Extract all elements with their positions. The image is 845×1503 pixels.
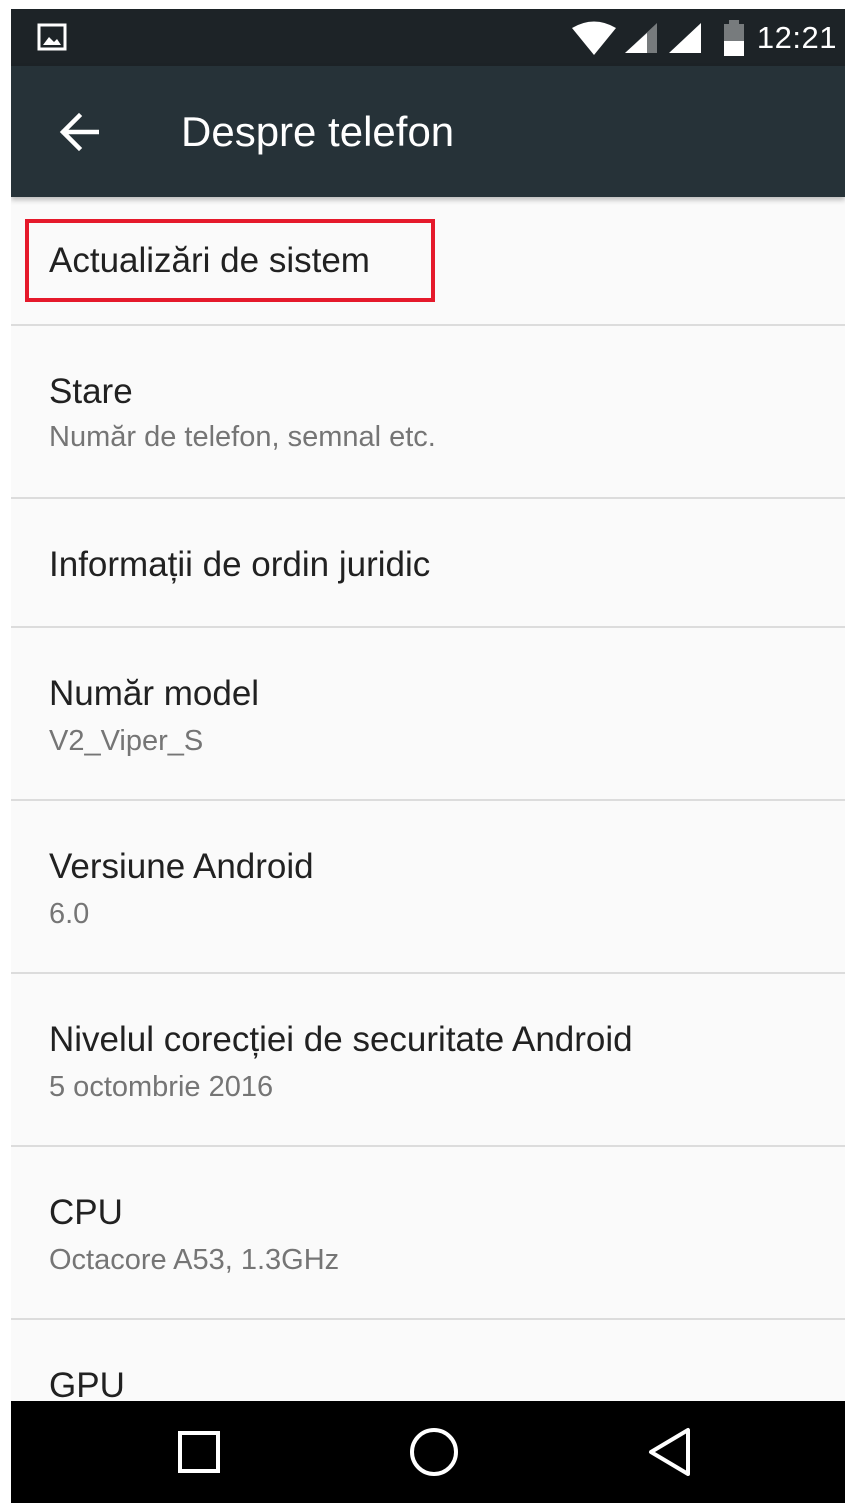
recents-button[interactable]: [149, 1401, 249, 1503]
list-item-status[interactable]: Stare Număr de telefon, semnal etc.: [11, 326, 845, 499]
list-item-model-number[interactable]: Număr model V2_Viper_S: [11, 628, 845, 801]
item-title: Informații de ordin juridic: [49, 545, 431, 584]
item-summary: V2_Viper_S: [49, 725, 204, 757]
status-icons: 12:21: [571, 9, 837, 66]
home-icon: [410, 1428, 458, 1476]
status-bar: 12:21: [11, 9, 845, 66]
list-item-cpu[interactable]: CPU Octacore A53, 1.3GHz: [11, 1147, 845, 1320]
app-bar: Despre telefon: [11, 66, 845, 197]
item-title: Nivelul corecției de securitate Android: [49, 1020, 633, 1059]
item-title: CPU: [49, 1193, 123, 1232]
clock: 12:21: [756, 19, 837, 55]
page-title: Despre telefon: [181, 108, 455, 155]
item-title: Actualizări de sistem: [49, 241, 370, 280]
image-notification-icon: [37, 23, 67, 51]
list-item-system-updates[interactable]: Actualizări de sistem: [11, 197, 845, 326]
settings-list: Actualizări de sistem Stare Număr de tel…: [11, 197, 845, 1440]
signal-icon: [624, 22, 657, 53]
item-title: Număr model: [49, 674, 260, 713]
item-summary: 5 octombrie 2016: [49, 1071, 274, 1103]
wifi-icon: [571, 21, 616, 55]
back-icon: [649, 1428, 690, 1476]
home-button[interactable]: [384, 1401, 484, 1503]
navigation-bar: [11, 1401, 845, 1503]
list-item-legal-info[interactable]: Informații de ordin juridic: [11, 499, 845, 628]
battery-icon: [723, 19, 744, 56]
item-summary: 6.0: [49, 898, 90, 930]
recents-icon: [178, 1431, 220, 1473]
item-title: Versiune Android: [49, 847, 314, 886]
phone-screen: 12:21 Despre telefon Actualizări de sist…: [11, 9, 845, 1503]
signal-icon: [668, 22, 701, 53]
item-summary: Număr de telefon, semnal etc.: [49, 421, 436, 453]
nav-back-button[interactable]: [619, 1401, 719, 1503]
list-item-android-version[interactable]: Versiune Android 6.0: [11, 801, 845, 974]
item-summary: Octacore A53, 1.3GHz: [49, 1244, 340, 1276]
back-button[interactable]: [51, 104, 107, 160]
arrow-back-icon: [59, 112, 99, 152]
item-title: Stare: [49, 372, 133, 411]
list-item-security-patch[interactable]: Nivelul corecției de securitate Android …: [11, 974, 845, 1147]
